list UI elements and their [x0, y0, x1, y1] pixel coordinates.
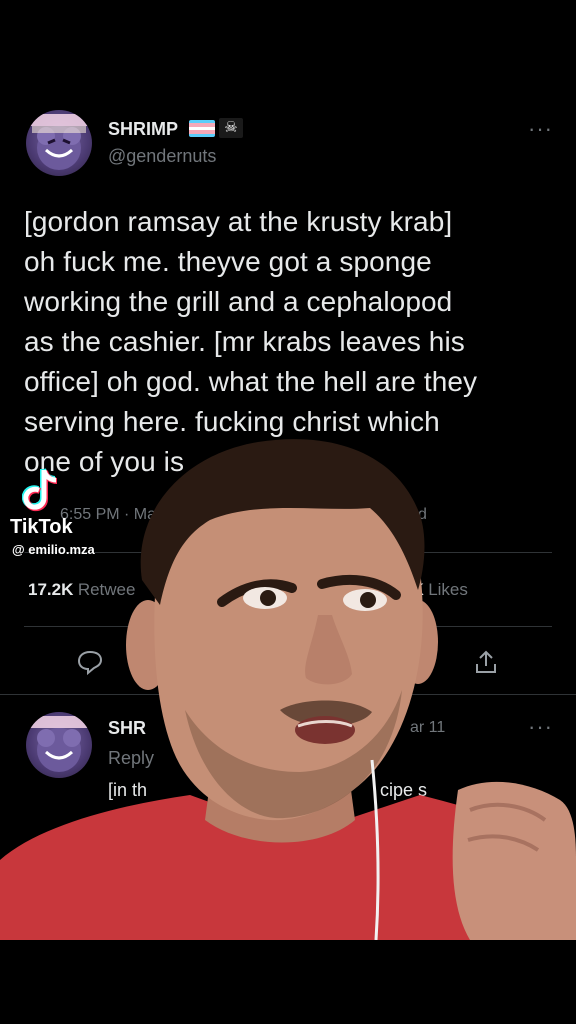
display-name-text: SHRIMP: [108, 119, 179, 139]
retweets-label: Retwee: [77, 580, 136, 599]
likes-count: 2K: [402, 580, 424, 599]
tweet-line: [gordon ramsay at the krusty krab]: [24, 206, 453, 237]
share-icon[interactable]: [472, 648, 500, 676]
trans-flag-icon: [189, 120, 215, 137]
separator: [24, 626, 552, 627]
reply-avatar[interactable]: [26, 712, 92, 778]
tweet-line: working the grill and a cephalopod: [24, 286, 453, 317]
tweet-handle[interactable]: @gendernuts: [108, 146, 216, 167]
separator: [0, 694, 576, 695]
reply-line: cipe s: [380, 780, 428, 800]
tweet-line: as the cashier. [mr krabs leaves his: [24, 326, 465, 357]
tweet-line: oh fuck me. theyve got a sponge: [24, 246, 432, 277]
tweet-timestamp[interactable]: 6:55 PM · Mar: [60, 506, 161, 524]
tweet-avatar[interactable]: [26, 110, 92, 176]
retweets-count: 17.2K: [28, 580, 74, 599]
reply-line: ormula: [384, 836, 440, 856]
reply-line: atye: [108, 808, 143, 828]
likes-stat[interactable]: 2K Likes: [402, 580, 468, 600]
bottom-black-bar: [0, 940, 576, 1024]
avatar-ghost-icon: [30, 716, 88, 772]
separator: [24, 552, 552, 553]
likes-label: Likes: [428, 580, 468, 599]
reply-display-name[interactable]: SHR: [108, 718, 146, 739]
tweet-timestamp-tail: d: [418, 506, 427, 523]
tweet-line: office] oh god. what the hell are they: [24, 366, 478, 397]
avatar-ghost-icon: [30, 114, 88, 170]
reply-icon[interactable]: [76, 648, 104, 676]
tweet-line: serving here. fucking christ which: [24, 406, 440, 437]
tiktok-logo-icon: [21, 468, 62, 512]
reply-date: ar 11: [410, 719, 446, 736]
tweet-line: one of you is: [24, 446, 185, 477]
tweet-display-name[interactable]: SHRIMP: [108, 119, 178, 140]
tiktok-username: @ emilio.mza: [12, 542, 95, 557]
reply-line: got a litt: [372, 808, 436, 828]
reply-more-button[interactable]: ···: [528, 714, 553, 740]
reply-line: [in th: [108, 780, 148, 800]
retweets-stat[interactable]: 17.2K Retwee: [28, 580, 135, 600]
tweet-more-button[interactable]: ···: [528, 116, 553, 142]
tiktok-brand: TikTok: [10, 516, 73, 538]
reply-replying-to: Reply: [108, 748, 155, 768]
skull-crossbones-icon: ☠: [219, 118, 243, 138]
tweet-text: [gordon ramsay at the krusty krab] oh fu…: [24, 202, 564, 482]
